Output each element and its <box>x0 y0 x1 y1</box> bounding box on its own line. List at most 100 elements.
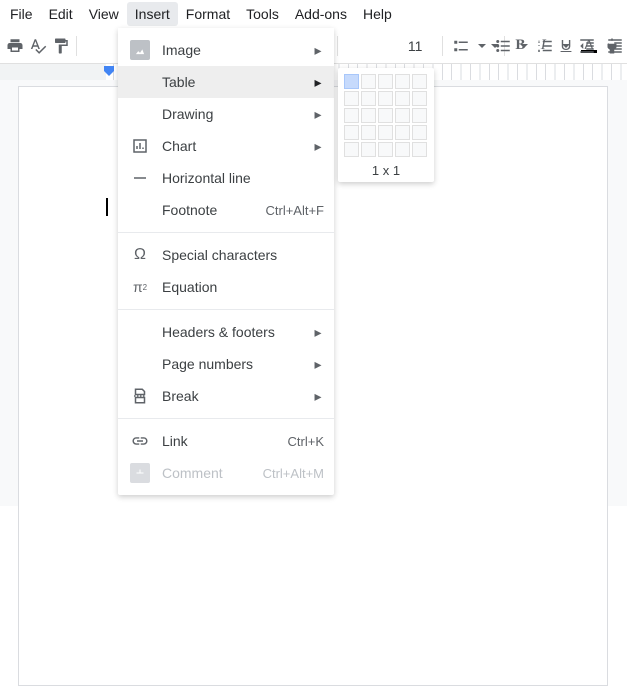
chevron-down-icon <box>519 41 529 51</box>
table-grid-cell[interactable] <box>344 91 359 106</box>
table-grid-cell[interactable] <box>412 125 427 140</box>
page-break-icon <box>130 386 150 406</box>
table-grid-cell[interactable] <box>395 125 410 140</box>
blank-icon <box>130 322 150 342</box>
menu-item-label: Special characters <box>162 247 324 263</box>
insert-menu-dropdown: Image ▸ Table ▸ Drawing ▸ Chart ▸ Horizo… <box>118 28 334 495</box>
menu-format[interactable]: Format <box>178 2 238 26</box>
table-grid-cell[interactable] <box>378 142 393 157</box>
indent-marker-icon[interactable] <box>104 66 114 78</box>
decrease-indent-button[interactable] <box>573 32 601 60</box>
menu-item-label: Chart <box>162 138 312 154</box>
chart-icon <box>130 136 150 156</box>
table-grid-cell[interactable] <box>344 125 359 140</box>
link-icon <box>130 431 150 451</box>
paint-roller-icon <box>52 37 70 55</box>
table-grid-cell[interactable] <box>361 125 376 140</box>
checklist-dropdown[interactable] <box>475 41 489 51</box>
increase-indent-button[interactable] <box>601 32 627 60</box>
menu-item-break[interactable]: Break ▸ <box>118 380 334 412</box>
toolbar-separator <box>442 36 443 56</box>
menu-separator <box>118 309 334 310</box>
menu-item-footnote[interactable]: Footnote Ctrl+Alt+F <box>118 194 334 226</box>
menu-item-label: Image <box>162 42 312 58</box>
numbered-list-icon <box>536 37 554 55</box>
menu-file[interactable]: File <box>2 2 41 26</box>
chevron-right-icon: ▸ <box>312 138 324 155</box>
menu-item-label: Footnote <box>162 202 265 218</box>
menu-item-label: Table <box>162 74 312 90</box>
table-grid-cell[interactable] <box>344 142 359 157</box>
table-grid-cell[interactable] <box>361 91 376 106</box>
menu-separator <box>118 232 334 233</box>
table-grid-cell[interactable] <box>395 108 410 123</box>
table-grid-cell[interactable] <box>412 74 427 89</box>
menu-item-shortcut: Ctrl+K <box>288 434 324 449</box>
chevron-right-icon: ▸ <box>312 324 324 341</box>
table-grid-cell[interactable] <box>395 91 410 106</box>
horizontal-line-icon <box>130 168 150 188</box>
numbered-list-button[interactable] <box>531 32 559 60</box>
chevron-down-icon <box>561 41 571 51</box>
omega-icon: Ω <box>130 245 150 265</box>
table-grid-cell[interactable] <box>361 142 376 157</box>
spellcheck-icon <box>29 37 47 55</box>
menu-item-label: Link <box>162 433 288 449</box>
chevron-right-icon: ▸ <box>312 356 324 373</box>
menu-item-comment[interactable]: Comment Ctrl+Alt+M <box>118 457 334 489</box>
table-grid-cell[interactable] <box>344 74 359 89</box>
menu-item-label: Comment <box>162 465 263 481</box>
image-icon <box>130 40 150 60</box>
bulleted-list-dropdown[interactable] <box>517 41 531 51</box>
table-grid-cell[interactable] <box>378 74 393 89</box>
table-grid-cell[interactable] <box>412 142 427 157</box>
table-grid-cell[interactable] <box>378 108 393 123</box>
menu-item-shortcut: Ctrl+Alt+M <box>263 466 324 481</box>
menu-item-label: Headers & footers <box>162 324 312 340</box>
numbered-list-dropdown[interactable] <box>559 41 573 51</box>
print-button[interactable] <box>4 32 27 60</box>
menu-item-label: Drawing <box>162 106 312 122</box>
menu-item-image[interactable]: Image ▸ <box>118 34 334 66</box>
menu-addons[interactable]: Add-ons <box>287 2 355 26</box>
table-grid-cell[interactable] <box>378 91 393 106</box>
toolbar-separator <box>337 36 338 56</box>
menu-item-horizontal-line[interactable]: Horizontal line <box>118 162 334 194</box>
chevron-right-icon: ▸ <box>312 74 324 91</box>
menu-item-label: Page numbers <box>162 356 312 372</box>
table-grid-cell[interactable] <box>395 142 410 157</box>
table-grid-cell[interactable] <box>395 74 410 89</box>
menu-item-chart[interactable]: Chart ▸ <box>118 130 334 162</box>
menu-item-label: Equation <box>162 279 324 295</box>
menu-item-equation[interactable]: π2 Equation <box>118 271 334 303</box>
menu-edit[interactable]: Edit <box>41 2 81 26</box>
menu-view[interactable]: View <box>81 2 127 26</box>
menu-item-page-numbers[interactable]: Page numbers ▸ <box>118 348 334 380</box>
menu-item-special-characters[interactable]: Ω Special characters <box>118 239 334 271</box>
menu-item-headers-footers[interactable]: Headers & footers ▸ <box>118 316 334 348</box>
table-grid-cell[interactable] <box>361 74 376 89</box>
paint-format-button[interactable] <box>50 32 73 60</box>
menu-insert[interactable]: Insert <box>127 2 178 26</box>
menu-help[interactable]: Help <box>355 2 400 26</box>
table-dimensions-label: 1 x 1 <box>344 163 428 178</box>
menu-item-drawing[interactable]: Drawing ▸ <box>118 98 334 130</box>
pi-icon: π2 <box>130 277 150 297</box>
table-grid[interactable] <box>344 74 428 157</box>
table-grid-cell[interactable] <box>344 108 359 123</box>
menu-item-shortcut: Ctrl+Alt+F <box>265 203 324 218</box>
checklist-button[interactable] <box>447 32 475 60</box>
chevron-right-icon: ▸ <box>312 388 324 405</box>
spellcheck-button[interactable] <box>27 32 50 60</box>
increase-indent-icon <box>606 37 624 55</box>
menu-item-table[interactable]: Table ▸ <box>118 66 334 98</box>
menu-item-link[interactable]: Link Ctrl+K <box>118 425 334 457</box>
bulleted-list-button[interactable] <box>489 32 517 60</box>
table-grid-cell[interactable] <box>378 125 393 140</box>
table-grid-cell[interactable] <box>412 91 427 106</box>
menu-tools[interactable]: Tools <box>238 2 287 26</box>
table-grid-cell[interactable] <box>361 108 376 123</box>
table-grid-cell[interactable] <box>412 108 427 123</box>
blank-icon <box>130 200 150 220</box>
menu-item-label: Break <box>162 388 312 404</box>
